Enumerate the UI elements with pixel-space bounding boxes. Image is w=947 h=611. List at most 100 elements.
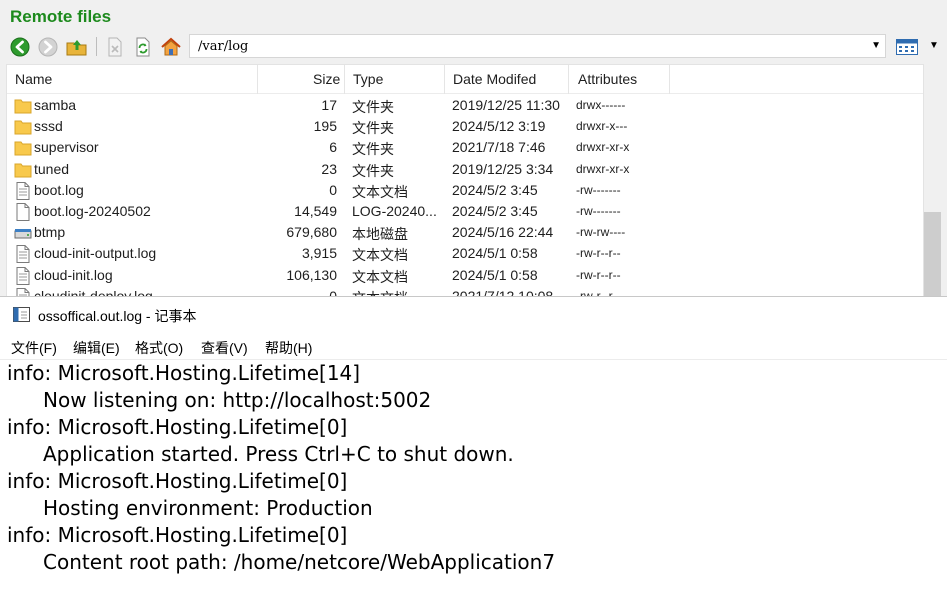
notepad-titlebar[interactable]: ossoffical.out.log - 记事本 <box>0 297 947 331</box>
file-list-header: Name Size Type Date Modifed Attributes <box>7 65 923 94</box>
file-attributes: -rw-r--r-- <box>576 246 621 261</box>
file-row[interactable]: cloudinit-deploy.log 0 文本文档 2021/7/12 10:08… <box>7 286 923 297</box>
file-row[interactable]: tuned 23 文件夹 2019/12/25 3:34 drwxr-xr-x <box>7 159 923 180</box>
grid-view-icon <box>896 38 918 55</box>
file-type: 文本文档 <box>352 183 408 200</box>
refresh-icon[interactable] <box>132 36 154 58</box>
file-row[interactable]: btmp 679,680 本地磁盘 2024/5/16 22:44 -rw-rw---- <box>7 222 923 243</box>
file-type: 文本文档 <box>352 247 408 264</box>
notepad-icon <box>13 307 30 322</box>
file-size: 195 <box>313 118 337 135</box>
file-name: btmp <box>34 224 66 241</box>
menu-edit[interactable]: 编辑(E) <box>73 338 120 358</box>
file-row[interactable]: cloud-init.log 106,130 文本文档 2024/5/1 0:58 -r… <box>7 265 923 286</box>
file-size: 0 <box>329 181 337 198</box>
home-icon[interactable] <box>160 36 182 58</box>
column-attributes[interactable]: Attributes <box>578 71 637 87</box>
file-attributes: -rw------- <box>576 182 621 197</box>
file-size: 679,680 <box>286 224 337 241</box>
column-type[interactable]: Type <box>353 71 383 87</box>
text-line: info: Microsoft.Hosting.Lifetime[0] <box>7 523 348 547</box>
text-file-icon <box>14 287 32 296</box>
file-date: 2021/7/12 10:08 <box>452 287 554 297</box>
file-name: cloud-init.log <box>34 266 113 283</box>
remote-files-panel: Remote files /var/log ▼ ▼ Name Size Type… <box>0 0 947 297</box>
text-line: info: Microsoft.Hosting.Lifetime[0] <box>7 469 348 493</box>
file-size: 17 <box>321 97 337 113</box>
file-attributes: drwxr-x--- <box>576 119 628 134</box>
folder-icon <box>14 161 32 179</box>
file-attributes: drwx------ <box>576 98 626 112</box>
menu-format[interactable]: 格式(O) <box>135 338 183 358</box>
file-type: 文本文档 <box>352 268 408 285</box>
file-row[interactable]: cloud-init-output.log 3,915 文本文档 2024/5/1 0… <box>7 243 923 264</box>
scrollbar-thumb[interactable] <box>924 212 941 296</box>
file-type: 文件夹 <box>352 120 394 137</box>
chevron-down-icon[interactable]: ▼ <box>871 40 881 51</box>
file-list: Name Size Type Date Modifed Attributes s… <box>6 64 924 297</box>
back-icon[interactable] <box>9 36 31 58</box>
blank-file-icon <box>14 203 32 221</box>
text-line: Application started. Press Ctrl+C to shu… <box>43 442 514 466</box>
text-line: info: Microsoft.Hosting.Lifetime[0] <box>7 415 348 439</box>
column-divider[interactable] <box>568 65 569 94</box>
path-input[interactable]: /var/log ▼ <box>189 34 886 58</box>
file-size: 0 <box>329 287 337 297</box>
file-size: 6 <box>329 139 337 156</box>
menu-help[interactable]: 帮助(H) <box>265 338 312 358</box>
file-name: cloudinit-deploy.log <box>34 287 153 297</box>
file-size: 23 <box>321 160 337 177</box>
file-name: cloud-init-output.log <box>34 245 157 262</box>
file-attributes: -rw-rw---- <box>576 225 626 240</box>
notepad-window: ossoffical.out.log - 记事本 文件(F) 编辑(E) 格式(… <box>0 297 947 611</box>
column-divider[interactable] <box>669 65 670 94</box>
file-type: 文件夹 <box>352 141 394 158</box>
text-line: Hosting environment: Production <box>43 496 373 520</box>
notepad-menubar: 文件(F) 编辑(E) 格式(O) 查看(V) 帮助(H) <box>0 335 947 357</box>
file-name: boot.log-20240502 <box>34 203 151 219</box>
file-name: sssd <box>34 118 63 135</box>
file-row[interactable]: sssd 195 文件夹 2024/5/12 3:19 drwxr-x--- <box>7 116 923 137</box>
text-file-icon <box>14 245 32 264</box>
notepad-title: ossoffical.out.log - 记事本 <box>38 308 197 324</box>
file-row[interactable]: samba 17 文件夹 2019/12/25 11:30 drwx------ <box>7 95 923 116</box>
file-attributes: drwxr-xr-x <box>576 140 630 155</box>
file-date: 2019/12/25 11:30 <box>452 97 560 113</box>
column-size[interactable]: Size <box>313 71 340 87</box>
menu-view[interactable]: 查看(V) <box>201 338 248 358</box>
file-name: supervisor <box>34 139 99 156</box>
file-row[interactable]: supervisor 6 文件夹 2021/7/18 7:46 drwxr-xr-x <box>7 137 923 158</box>
menu-file[interactable]: 文件(F) <box>11 338 57 358</box>
column-date[interactable]: Date Modifed <box>453 71 536 87</box>
forward-icon[interactable] <box>37 36 59 58</box>
column-divider[interactable] <box>444 65 445 94</box>
file-attributes: drwxr-xr-x <box>576 161 630 176</box>
column-divider[interactable] <box>257 65 258 94</box>
file-list-scrollbar[interactable] <box>924 64 941 296</box>
column-name[interactable]: Name <box>15 71 52 87</box>
file-size: 14,549 <box>294 203 337 219</box>
file-row[interactable]: boot.log 0 文本文档 2024/5/2 3:45 -rw------- <box>7 180 923 201</box>
notepad-text-area[interactable]: info: Microsoft.Hosting.Lifetime[14] Now… <box>0 359 947 611</box>
folder-icon <box>14 118 32 136</box>
text-line: info: Microsoft.Hosting.Lifetime[14] <box>7 361 361 385</box>
remote-files-title: Remote files <box>10 7 112 26</box>
column-divider[interactable] <box>344 65 345 94</box>
view-dropdown-icon[interactable]: ▼ <box>929 40 939 51</box>
parent-folder-icon[interactable] <box>66 36 88 58</box>
stop-icon[interactable] <box>104 36 126 58</box>
file-type: 文件夹 <box>352 162 394 179</box>
file-name: boot.log <box>34 181 84 198</box>
file-date: 2021/7/18 7:46 <box>452 139 546 156</box>
text-line: Now listening on: http://localhost:5002 <box>43 388 432 412</box>
view-mode-button[interactable] <box>893 36 921 57</box>
text-line: Content root path: /home/netcore/WebAppl… <box>43 550 556 574</box>
path-text: /var/log <box>198 39 249 54</box>
file-date: 2024/5/1 0:58 <box>452 266 538 283</box>
file-attributes: -rw-r--r-- <box>576 267 621 282</box>
file-date: 2024/5/12 3:19 <box>452 118 546 135</box>
file-date: 2024/5/16 22:44 <box>452 224 554 241</box>
file-row[interactable]: boot.log-20240502 14,549 LOG-20240... 2024/… <box>7 201 923 222</box>
folder-icon <box>14 139 32 157</box>
text-file-icon <box>14 266 32 285</box>
